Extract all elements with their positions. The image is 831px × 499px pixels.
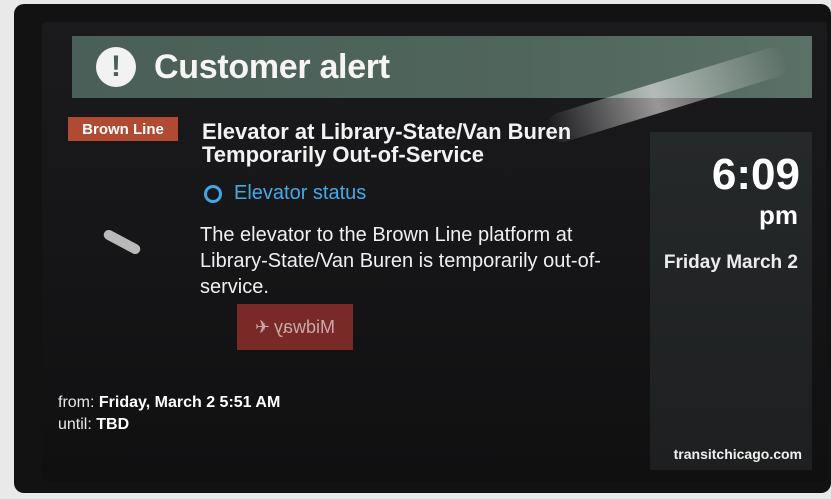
elevator-status-label: Elevator status	[234, 182, 367, 204]
clock-date: Friday March 2	[663, 252, 798, 273]
clock-ampm: pm	[759, 200, 798, 230]
alert-heading: Elevator at Library-State/Van Buren Temp…	[202, 119, 572, 167]
display-screen: ! Customer alert Brown Line Elevator at …	[42, 22, 827, 482]
elevator-status-link[interactable]: Elevator status	[204, 182, 366, 205]
exclamation-icon: !	[96, 47, 136, 87]
clock-time: 6:09	[711, 150, 800, 199]
until-row: until: TBD	[58, 416, 129, 434]
midway-sign-text: Midway	[274, 316, 336, 337]
midway-sign-reflection: ✈ Midway	[237, 304, 353, 350]
from-label: from:	[58, 394, 95, 411]
alert-description: The elevator to the Brown Line platform …	[200, 224, 601, 298]
from-value: Friday, March 2 5:51 AM	[98, 394, 281, 411]
until-value: TBD	[96, 416, 130, 433]
brown-line-badge: Brown Line	[68, 117, 178, 141]
lamp-reflection	[101, 228, 143, 256]
status-circle-icon	[204, 184, 222, 203]
header-title: Customer alert	[154, 47, 390, 86]
airplane-icon: ✈	[254, 316, 271, 337]
until-label: until:	[58, 416, 92, 433]
from-row: from: Friday, March 2 5:51 AM	[58, 394, 280, 412]
website-label: transitchicago.com	[673, 446, 802, 462]
display-bezel: ! Customer alert Brown Line Elevator at …	[14, 4, 831, 493]
